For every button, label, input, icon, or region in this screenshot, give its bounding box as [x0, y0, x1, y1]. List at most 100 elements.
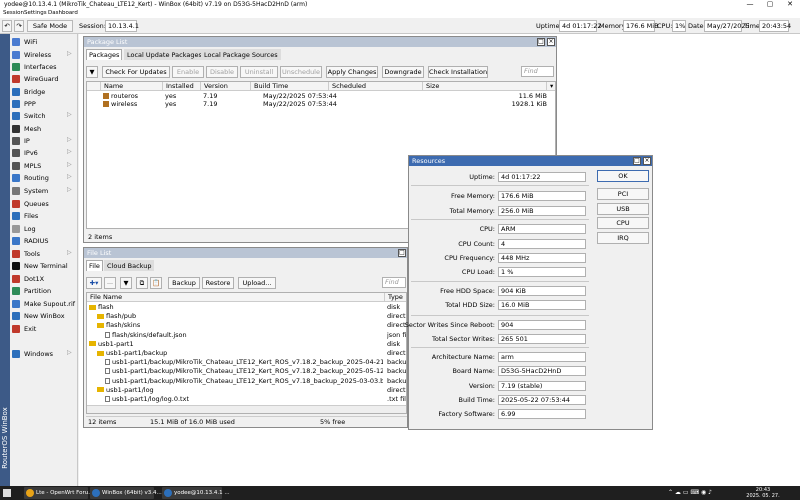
- close-icon[interactable]: ×: [643, 157, 651, 165]
- sidebar-item-new-winbox[interactable]: New WinBox: [10, 310, 78, 322]
- sidebar-item-dot1x[interactable]: Dot1X: [10, 273, 78, 285]
- cell-file-name: flash: [89, 303, 383, 311]
- disable-button[interactable]: Disable: [206, 66, 238, 78]
- col-installed[interactable]: Installed: [163, 82, 201, 91]
- menu-session[interactable]: Session: [3, 10, 24, 16]
- safe-mode-button[interactable]: Safe Mode: [27, 20, 73, 32]
- sidebar-item-ip[interactable]: IP ▷: [10, 135, 78, 147]
- check-installation-button[interactable]: Check Installation: [428, 66, 488, 78]
- horizontal-scrollbar[interactable]: [87, 405, 406, 413]
- filter-button[interactable]: ▼: [86, 66, 98, 78]
- table-row[interactable]: flash disk: [87, 303, 406, 312]
- sidebar-item-windows[interactable]: Windows ▷: [10, 348, 78, 360]
- usb-button[interactable]: USB: [597, 203, 649, 215]
- col-scheduled[interactable]: Scheduled: [329, 82, 423, 91]
- sidebar-item-exit[interactable]: Exit: [10, 323, 78, 335]
- sidebar-item-routing[interactable]: Routing ▷: [10, 172, 78, 184]
- sidebar-item-new-terminal[interactable]: New Terminal: [10, 260, 78, 272]
- taskbar-item[interactable]: Lte - OpenWrt Foru...: [24, 487, 93, 499]
- sidebar-item-wireguard[interactable]: WireGuard: [10, 73, 78, 85]
- maximize-icon[interactable]: □: [537, 38, 545, 46]
- maximize-icon[interactable]: □: [633, 157, 641, 165]
- pci-button[interactable]: PCI: [597, 188, 649, 200]
- sidebar-item-mpls[interactable]: MPLS ▷: [10, 160, 78, 172]
- sidebar-item-bridge[interactable]: Bridge: [10, 86, 78, 98]
- package-find-input[interactable]: Find: [521, 66, 554, 77]
- filter-button[interactable]: ▼: [120, 277, 132, 289]
- file-find-input[interactable]: Find: [382, 277, 406, 288]
- table-row[interactable]: usb1-part1/log/log.0.txt .txt file: [87, 395, 406, 404]
- sidebar-item-ipv6[interactable]: IPv6 ▷: [10, 147, 78, 159]
- table-row[interactable]: flash/skins/default.json json file: [87, 331, 406, 340]
- table-row[interactable]: usb1-part1/backup/MikroTik_Chateau_LTE12…: [87, 377, 406, 386]
- col-type[interactable]: Type: [385, 293, 406, 302]
- redo-button[interactable]: ↷: [14, 20, 24, 32]
- taskbar-item[interactable]: WinBox (64bit) v3.4...: [90, 487, 162, 499]
- tab-local-package-sources[interactable]: Local Package Sources: [201, 49, 281, 60]
- tab-packages[interactable]: Packages: [86, 49, 123, 60]
- sidebar-item-make-supout-rif[interactable]: Make Supout.rif: [10, 298, 78, 310]
- table-row[interactable]: usb1-part1/backup directory: [87, 349, 406, 358]
- col-build-time[interactable]: Build Time: [251, 82, 329, 91]
- ok-button[interactable]: OK: [597, 170, 649, 182]
- menu-dashboard[interactable]: Dashboard: [48, 10, 78, 16]
- table-row[interactable]: usb1-part1/backup/MikroTik_Chateau_LTE12…: [87, 367, 406, 376]
- table-row[interactable]: routeros yes 7.19 May/22/2025 07:53:44 11.6 …: [87, 92, 555, 100]
- apply-changes-button[interactable]: Apply Changes: [326, 66, 378, 78]
- sidebar-item-mesh[interactable]: Mesh: [10, 123, 78, 135]
- remove-file-button[interactable]: —: [104, 277, 116, 289]
- sidebar-item-ppp[interactable]: PPP: [10, 98, 78, 110]
- col-file-name[interactable]: File Name: [87, 293, 385, 302]
- sidebar-item-log[interactable]: Log: [10, 223, 78, 235]
- tab-local-update-packages[interactable]: Local Update Packages: [124, 49, 205, 60]
- check-for-updates-button[interactable]: Check For Updates: [102, 66, 170, 78]
- restore-button[interactable]: Restore: [202, 277, 234, 289]
- sidebar-item-files[interactable]: Files: [10, 210, 78, 222]
- copy-button[interactable]: ⧉: [136, 277, 148, 289]
- unschedule-button[interactable]: Unschedule: [280, 66, 322, 78]
- resources-header[interactable]: Resources □ ×: [409, 156, 652, 166]
- table-row[interactable]: usb1-part1/log directory: [87, 386, 406, 395]
- taskbar-item[interactable]: yodee@10.13.4.1 ...: [162, 487, 230, 499]
- maximize-button[interactable]: ▢: [760, 0, 780, 8]
- close-icon[interactable]: ×: [547, 38, 555, 46]
- undo-button[interactable]: ↶: [2, 20, 12, 32]
- sidebar-item-wireless[interactable]: Wireless ▷: [10, 49, 78, 61]
- sidebar-item-wifi[interactable]: WiFi: [10, 36, 78, 48]
- col-version[interactable]: Version: [201, 82, 251, 91]
- backup-button[interactable]: Backup: [168, 277, 200, 289]
- sidebar-item-tools[interactable]: Tools ▷: [10, 248, 78, 260]
- sidebar-item-interfaces[interactable]: Interfaces: [10, 61, 78, 73]
- sidebar-item-system[interactable]: System ▷: [10, 185, 78, 197]
- irq-button[interactable]: IRQ: [597, 232, 649, 244]
- cpu-button[interactable]: CPU: [597, 217, 649, 229]
- close-button[interactable]: ✕: [780, 0, 800, 8]
- uninstall-button[interactable]: Uninstall: [240, 66, 278, 78]
- col-size[interactable]: Size: [423, 82, 547, 91]
- table-row[interactable]: usb1-part1/backup/MikroTik_Chateau_LTE12…: [87, 358, 406, 367]
- file-list-header[interactable]: File List □: [84, 248, 407, 258]
- menu-settings[interactable]: Settings: [24, 10, 47, 16]
- sidebar-item-partition[interactable]: Partition: [10, 285, 78, 297]
- upload-button[interactable]: Upload...: [238, 277, 276, 289]
- column-menu-icon[interactable]: ▾: [547, 82, 555, 91]
- package-list-header[interactable]: Package List □ ×: [84, 37, 556, 47]
- tab-cloud-backup[interactable]: Cloud Backup: [104, 260, 155, 271]
- tab-file[interactable]: File: [86, 260, 103, 271]
- sidebar-item-switch[interactable]: Switch ▷: [10, 110, 78, 122]
- minimize-button[interactable]: —: [740, 0, 760, 8]
- sidebar-item-radius[interactable]: RADIUS: [10, 235, 78, 247]
- col-name[interactable]: Name: [101, 82, 163, 91]
- table-row[interactable]: flash/pub directory: [87, 312, 406, 321]
- sidebar-item-queues[interactable]: Queues: [10, 198, 78, 210]
- clock-date[interactable]: 2025. 05. 27.: [744, 493, 782, 499]
- table-row[interactable]: wireless yes 7.19 May/22/2025 07:53:44 1928.…: [87, 100, 555, 108]
- downgrade-button[interactable]: Downgrade: [382, 66, 424, 78]
- add-file-button[interactable]: ✚▾: [86, 277, 102, 289]
- enable-button[interactable]: Enable: [172, 66, 204, 78]
- tray-icons[interactable]: ⌃ ☁ ▭ ⌨ ◉ ♪: [668, 489, 712, 496]
- table-row[interactable]: flash/skinsdirectory: [87, 321, 406, 330]
- table-row[interactable]: usb1-part1 disk: [87, 340, 406, 349]
- paste-button[interactable]: 📋: [150, 277, 162, 289]
- start-icon[interactable]: [3, 489, 11, 497]
